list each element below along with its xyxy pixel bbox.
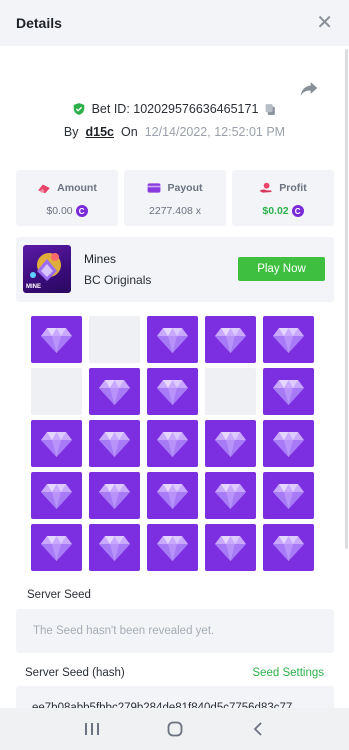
mines-thumbnail[interactable]: MINE [23, 245, 71, 293]
gem-tile [263, 316, 314, 363]
on-label: On [121, 125, 138, 139]
empty-tile [31, 368, 82, 415]
gem-icon [273, 380, 304, 405]
gem-tile [205, 420, 256, 467]
gem-icon [41, 536, 72, 561]
shield-check-icon [73, 103, 84, 115]
gem-icon [273, 484, 304, 509]
thumbnail-label: MINE [26, 284, 41, 290]
wallet-bet-icon [38, 184, 50, 194]
amount-label: Amount [57, 182, 97, 194]
gem-icon [157, 536, 188, 561]
gem-icon [215, 484, 246, 509]
card-icon [148, 183, 161, 193]
gem-icon [215, 432, 246, 457]
play-now-button[interactable]: Play Now [238, 257, 325, 281]
recent-apps-icon[interactable] [80, 717, 104, 741]
gem-icon [157, 328, 188, 353]
gem-tile [205, 472, 256, 519]
gem-icon [273, 328, 304, 353]
gem-tile [89, 472, 140, 519]
bet-date: 12/14/2022, 12:52:01 PM [144, 125, 286, 139]
gem-tile [89, 524, 140, 571]
gem-tile [147, 316, 198, 363]
gem-tile [147, 524, 198, 571]
gem-tile [147, 472, 198, 519]
profit-stat: Profit $0.02 C [232, 170, 334, 226]
gem-icon [157, 380, 188, 405]
home-icon[interactable] [163, 717, 187, 741]
amount-value: $0.00 [46, 205, 73, 217]
gem-icon [215, 536, 246, 561]
gem-tile [263, 420, 314, 467]
gem-icon [99, 536, 130, 561]
page-title: Details [16, 15, 62, 31]
gem-icon [273, 432, 304, 457]
payout-label: Payout [167, 182, 203, 194]
gem-tile [147, 368, 198, 415]
system-navbar [0, 708, 349, 750]
by-label: By [63, 125, 79, 139]
coin-icon: C [291, 205, 304, 217]
gem-tile [205, 316, 256, 363]
payout-stat: Payout 2277.408 x [124, 170, 226, 226]
bet-id-row: Bet ID: 102029576636465171 [0, 102, 349, 116]
gem-icon [215, 328, 246, 353]
gem-icon [157, 484, 188, 509]
profit-value: $0.02 [262, 205, 289, 217]
game-card: MINE Mines BC Originals Play Now [16, 237, 334, 302]
profit-label: Profit [279, 182, 307, 194]
share-icon[interactable] [299, 78, 319, 98]
profit-hand-icon [259, 182, 272, 193]
scrollbar[interactable] [345, 49, 348, 549]
game-provider: BC Originals [84, 273, 152, 287]
game-name: Mines [84, 252, 117, 266]
gem-icon [99, 484, 130, 509]
empty-tile [205, 368, 256, 415]
bet-author-row: By d15c On 12/14/2022, 12:52:01 PM [0, 125, 349, 139]
server-seed-hash-label: Server Seed (hash) [25, 667, 125, 679]
payout-value: 2277.408 x [149, 205, 201, 217]
amount-stat: Amount $0.00 C [16, 170, 118, 226]
server-seed-placeholder: The Seed hasn't been revealed yet. [33, 625, 215, 637]
gem-icon [41, 484, 72, 509]
close-icon[interactable]: ✕ [316, 13, 333, 33]
gem-tile [263, 524, 314, 571]
mines-grid [31, 316, 314, 571]
gem-icon [157, 432, 188, 457]
gem-icon [41, 432, 72, 457]
gem-tile [147, 420, 198, 467]
empty-tile [89, 316, 140, 363]
user-link[interactable]: d15c [86, 125, 115, 139]
seed-settings-link[interactable]: Seed Settings [252, 667, 324, 679]
gem-tile [89, 420, 140, 467]
bet-id-text: Bet ID: 102029576636465171 [91, 102, 259, 116]
details-header: Details ✕ [0, 0, 349, 46]
gem-tile [205, 524, 256, 571]
gem-tile [89, 368, 140, 415]
server-seed-label: Server Seed [27, 589, 91, 601]
gem-tile [263, 368, 314, 415]
gem-tile [31, 472, 82, 519]
gem-icon [99, 380, 130, 405]
gem-tile [263, 472, 314, 519]
back-icon[interactable] [246, 717, 270, 741]
gem-tile [31, 420, 82, 467]
gem-icon [273, 536, 304, 561]
copy-icon[interactable] [264, 103, 277, 116]
gem-tile [31, 524, 82, 571]
coin-icon: C [75, 205, 88, 217]
gem-tile [31, 316, 82, 363]
gem-icon [99, 432, 130, 457]
gem-icon [41, 328, 72, 353]
server-seed-field: The Seed hasn't been revealed yet. [16, 609, 334, 653]
